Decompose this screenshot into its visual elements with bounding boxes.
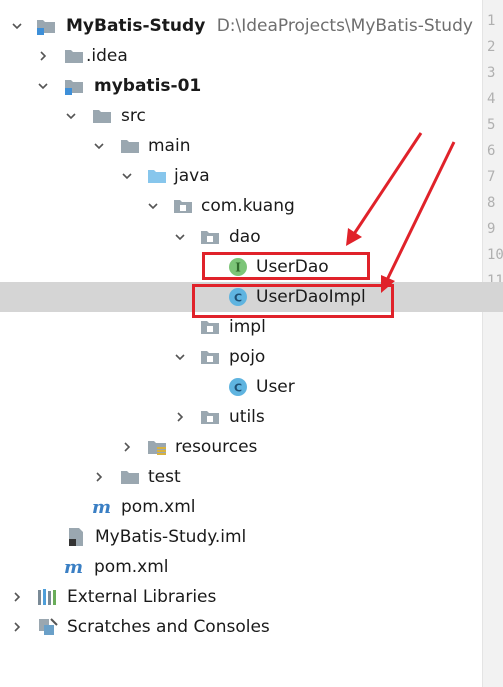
library-icon [37, 587, 57, 607]
main-label: main [148, 136, 191, 156]
annotation-highlight-box [192, 284, 394, 318]
idea-folder-label: idea [91, 46, 128, 66]
folder-icon [64, 46, 84, 66]
iml-file-icon [66, 527, 86, 547]
tree-node-module-pom[interactable]: m pom.xml [0, 492, 503, 522]
java-label: java [174, 166, 210, 186]
folder-icon [92, 106, 112, 126]
chevron-down-icon[interactable] [173, 222, 187, 252]
package-icon [200, 407, 220, 427]
tree-node-utils[interactable]: utils [0, 402, 503, 432]
chevron-down-icon[interactable] [173, 342, 187, 372]
tree-node-java[interactable]: java [0, 161, 503, 191]
chevron-right-icon[interactable] [36, 41, 50, 71]
test-label: test [148, 467, 181, 487]
module-pom-label: pom.xml [121, 497, 196, 517]
chevron-down-icon[interactable] [36, 71, 50, 101]
src-label: src [121, 106, 146, 126]
module-folder-icon [36, 16, 56, 36]
svg-text:m: m [64, 557, 83, 577]
scratches-label: Scratches and Consoles [67, 617, 270, 637]
chevron-down-icon[interactable] [10, 11, 24, 41]
tree-node-root-pom[interactable]: m pom.xml [0, 552, 503, 582]
source-folder-icon [147, 166, 167, 186]
chevron-right-icon[interactable] [120, 432, 134, 462]
external-libraries-label: External Libraries [67, 587, 217, 607]
module-label: mybatis-01 [94, 76, 202, 96]
tree-node-pojo[interactable]: pojo [0, 342, 503, 372]
chevron-down-icon[interactable] [146, 191, 160, 221]
tree-node-dao[interactable]: dao [0, 222, 503, 252]
folder-icon [120, 467, 140, 487]
chevron-right-icon[interactable] [92, 462, 106, 492]
maven-icon: m [92, 497, 112, 518]
chevron-down-icon[interactable] [120, 161, 134, 191]
scratches-icon [37, 617, 58, 637]
chevron-right-icon[interactable] [10, 582, 24, 612]
package-label: com.kuang [201, 196, 295, 216]
pojo-label: pojo [229, 347, 266, 367]
chevron-down-icon[interactable] [64, 101, 78, 131]
package-icon [200, 347, 220, 367]
tree-node-test[interactable]: test [0, 462, 503, 492]
resources-label: resources [175, 437, 258, 457]
dao-label: dao [229, 227, 261, 247]
tree-node-main[interactable]: main [0, 131, 503, 161]
resources-folder-icon [147, 437, 167, 457]
utils-label: utils [229, 407, 265, 427]
tree-node-user[interactable]: C User [0, 372, 503, 402]
user-label: User [256, 377, 295, 397]
maven-icon: m [64, 557, 84, 578]
chevron-right-icon[interactable] [10, 612, 24, 642]
tree-node-package[interactable]: com.kuang [0, 191, 503, 221]
chevron-down-icon[interactable] [92, 131, 106, 161]
folder-icon [120, 136, 140, 156]
package-icon [200, 317, 220, 337]
impl-label: impl [229, 317, 266, 337]
root-pom-label: pom.xml [94, 557, 169, 577]
class-icon: C [228, 377, 248, 397]
annotation-highlight-box [202, 252, 370, 280]
tree-node-iml[interactable]: MyBatis-Study.iml [0, 522, 503, 552]
tree-node-idea[interactable]: .idea [0, 41, 503, 71]
svg-text:C: C [234, 382, 242, 395]
module-folder-icon [64, 76, 84, 96]
tree-node-resources[interactable]: resources [0, 432, 503, 462]
tree-node-module[interactable]: mybatis-01 [0, 71, 503, 101]
iml-label: MyBatis-Study.iml [95, 527, 247, 547]
project-path: D:\IdeaProjects\MyBatis-Study [216, 16, 473, 36]
package-icon [200, 227, 220, 247]
svg-text:m: m [92, 497, 111, 517]
tree-node-scratches[interactable]: Scratches and Consoles [0, 612, 503, 642]
project-name: MyBatis-Study [66, 16, 206, 36]
chevron-right-icon[interactable] [173, 402, 187, 432]
package-icon [173, 196, 193, 216]
tree-node-project-root[interactable]: MyBatis-Study D:\IdeaProjects\MyBatis-St… [0, 11, 503, 41]
tree-node-external-libraries[interactable]: External Libraries [0, 582, 503, 612]
tree-node-src[interactable]: src [0, 101, 503, 131]
